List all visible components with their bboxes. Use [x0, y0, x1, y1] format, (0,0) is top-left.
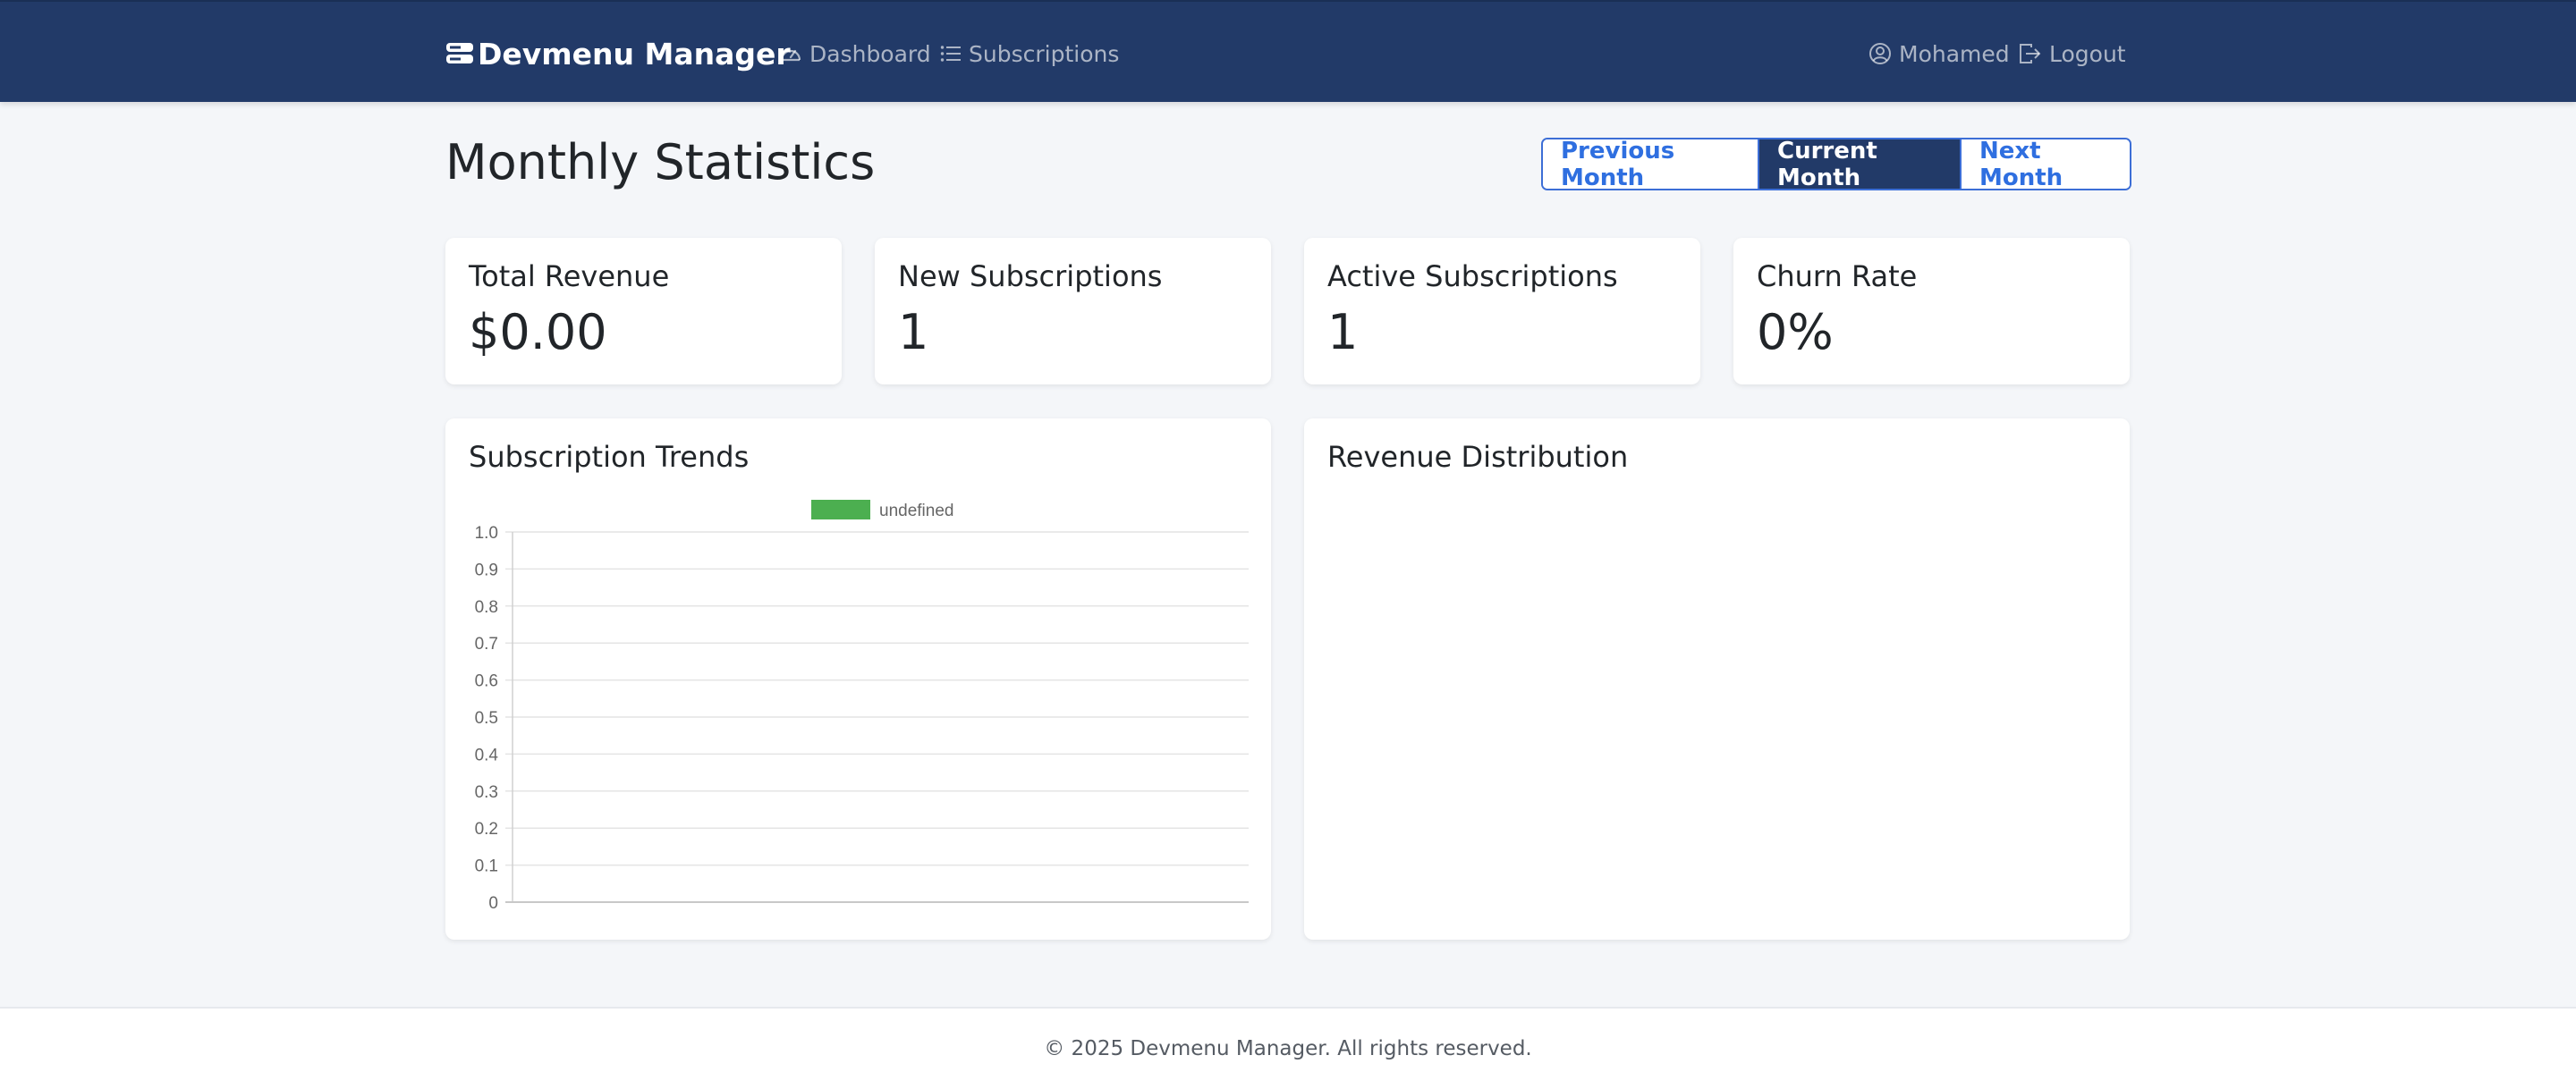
y-tick-label: 0.6 — [475, 672, 498, 691]
footer: © 2025 Devmenu Manager. All rights reser… — [0, 1007, 2576, 1089]
stat-value: 1 — [898, 304, 929, 360]
stat-card-churn-rate: Churn Rate 0% — [1733, 238, 2130, 384]
stat-card-total-revenue: Total Revenue $0.00 — [445, 238, 842, 384]
y-tick-label: 0.9 — [475, 561, 498, 579]
nav-subscriptions-label: Subscriptions — [969, 40, 1120, 67]
nav-logout[interactable]: Logout — [2019, 34, 2126, 73]
nav-dashboard-label: Dashboard — [809, 40, 931, 67]
stat-value: $0.00 — [469, 304, 607, 360]
y-tick-label: 0.1 — [475, 857, 498, 876]
user-circle-icon — [1869, 43, 1891, 64]
server-icon — [446, 43, 473, 63]
y-tick-label: 0.3 — [475, 783, 498, 802]
y-tick-label: 0.2 — [475, 820, 498, 839]
nav-user-label: Mohamed — [1899, 40, 2010, 67]
y-tick-label: 0.7 — [475, 635, 498, 654]
nav-subscriptions[interactable]: Subscriptions — [940, 34, 1119, 73]
month-selector: Previous Month Current Month Next Month — [1541, 138, 2131, 190]
y-tick-label: 0 — [488, 894, 498, 913]
nav-dashboard[interactable]: Dashboard — [779, 34, 931, 73]
stat-value: 0% — [1757, 304, 1834, 360]
stat-label: Churn Rate — [1757, 259, 1918, 293]
stat-value: 1 — [1327, 304, 1359, 360]
speedometer-icon — [780, 49, 801, 62]
current-month-button[interactable]: Current Month — [1758, 139, 1960, 189]
stat-label: Total Revenue — [469, 259, 670, 293]
revenue-distribution-card: Revenue Distribution — [1304, 418, 2130, 940]
legend-label: undefined — [879, 502, 953, 520]
nav-user[interactable]: Mohamed — [1868, 34, 2010, 73]
y-tick-label: 0.8 — [475, 598, 498, 617]
legend-swatch — [811, 500, 870, 519]
subscription-trends-chart: 1.0 0.9 0.8 0.7 0.6 0.5 0.4 0.3 0.2 0.1 0 undefined — [475, 500, 1249, 913]
stat-label: New Subscriptions — [898, 259, 1163, 293]
navbar: Devmenu Manager Dashboard Subscriptions … — [0, 0, 2576, 102]
chart-title: Revenue Distribution — [1327, 440, 1629, 474]
y-tick-label: 1.0 — [475, 524, 498, 543]
subscription-trends-card: Subscription Trends 1.0 0.9 0.8 0.7 0.6 0.5 0.… — [445, 418, 1271, 940]
copyright-text: © 2025 Devmenu Manager. All rights reser… — [1044, 1037, 1532, 1060]
y-tick-label: 0.5 — [475, 709, 498, 728]
brand-label: Devmenu Manager — [478, 36, 791, 72]
page-title: Monthly Statistics — [445, 134, 876, 190]
stat-card-new-subscriptions: New Subscriptions 1 — [875, 238, 1271, 384]
logout-icon — [2020, 44, 2041, 63]
y-tick-label: 0.4 — [475, 746, 499, 764]
list-icon — [940, 46, 961, 62]
nav-logout-label: Logout — [2049, 40, 2126, 67]
next-month-button[interactable]: Next Month — [1960, 139, 2130, 189]
previous-month-button[interactable]: Previous Month — [1543, 139, 1758, 189]
brand[interactable]: Devmenu Manager — [445, 34, 791, 73]
stat-card-active-subscriptions: Active Subscriptions 1 — [1304, 238, 1700, 384]
stat-label: Active Subscriptions — [1327, 259, 1618, 293]
